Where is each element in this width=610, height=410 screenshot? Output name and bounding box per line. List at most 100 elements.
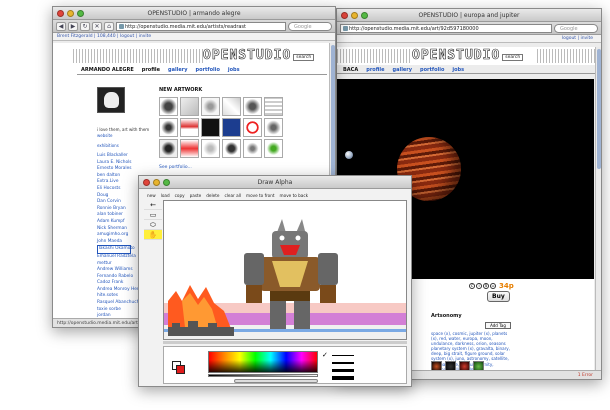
friend-link[interactable]: Luis Blackaller bbox=[97, 153, 146, 160]
scroll-thumb[interactable] bbox=[597, 49, 601, 169]
zoom-icon[interactable] bbox=[77, 10, 84, 17]
window-titlebar[interactable]: OPENSTUDIO | armando alegre bbox=[53, 7, 335, 20]
artwork-thumb[interactable] bbox=[264, 139, 283, 158]
minimize-icon[interactable] bbox=[153, 179, 160, 186]
check-icon: ✓ bbox=[322, 351, 328, 359]
by-icon: i bbox=[476, 283, 482, 289]
window-title: OPENSTUDIO | armando alegre bbox=[147, 10, 241, 17]
rectangle-tool-icon[interactable]: ▭ bbox=[144, 210, 162, 220]
arrow-tool-icon[interactable]: ← bbox=[144, 200, 162, 210]
friend-link[interactable]: Ernesto Morales bbox=[97, 166, 146, 173]
buy-button[interactable]: Buy bbox=[487, 291, 510, 302]
minimize-icon[interactable] bbox=[351, 12, 358, 19]
page-scrollbar[interactable] bbox=[595, 47, 601, 372]
canvas-scrollbar[interactable] bbox=[163, 341, 407, 344]
artwork-thumb[interactable] bbox=[159, 139, 178, 158]
artwork-thumb[interactable] bbox=[159, 97, 178, 116]
zoom-icon[interactable] bbox=[361, 12, 368, 19]
color-panel: ✓ bbox=[163, 346, 407, 384]
stroke-color-swatch[interactable] bbox=[176, 365, 185, 374]
exhibitions-link[interactable]: exhibitions bbox=[97, 143, 119, 148]
logo-search-button[interactable]: search bbox=[293, 54, 315, 61]
line-width-thin[interactable] bbox=[332, 355, 354, 356]
scroll-thumb[interactable] bbox=[331, 45, 335, 195]
logo-search-button[interactable]: search bbox=[502, 54, 524, 61]
artwork-thumb[interactable] bbox=[201, 139, 220, 158]
menu-move-to-back[interactable]: move to back bbox=[280, 193, 309, 198]
drawing-canvas[interactable] bbox=[163, 200, 407, 340]
artwork-thumb[interactable] bbox=[180, 97, 199, 116]
search-input[interactable]: Google bbox=[288, 21, 332, 31]
back-icon[interactable]: ◀ bbox=[56, 21, 66, 31]
menu-delete[interactable]: delete bbox=[206, 193, 219, 198]
artwork-thumb[interactable] bbox=[201, 118, 220, 137]
avatar[interactable] bbox=[97, 87, 125, 113]
artwork-thumb[interactable] bbox=[243, 118, 262, 137]
artwork-thumb[interactable] bbox=[222, 139, 241, 158]
opacity-slider[interactable] bbox=[234, 379, 318, 383]
line-width-heavy[interactable] bbox=[332, 376, 354, 380]
menu-clear-all[interactable]: clear all bbox=[224, 193, 241, 198]
openstudio-logo[interactable]: OPENSTUDIO bbox=[412, 48, 500, 64]
license-row: c i $ = 34p bbox=[469, 282, 514, 290]
error-indicator[interactable]: 1 Error bbox=[578, 371, 593, 379]
bio-text: i love them, art with them bbox=[97, 127, 150, 132]
artwork-thumb[interactable] bbox=[222, 97, 241, 116]
artwork-thumb[interactable] bbox=[243, 97, 262, 116]
address-bar[interactable]: http://openstudio.media.mit.edu/artists/… bbox=[116, 21, 286, 31]
artwork-thumb[interactable] bbox=[264, 97, 283, 116]
window-title: OPENSTUDIO | europa and jupiter bbox=[418, 12, 520, 19]
openstudio-header: OPENSTUDIO search bbox=[53, 47, 331, 65]
stop-icon[interactable]: ✕ bbox=[92, 21, 102, 31]
price-label: 34p bbox=[499, 282, 514, 290]
menu-load[interactable]: load bbox=[161, 193, 170, 198]
close-icon[interactable] bbox=[57, 10, 64, 17]
ellipse-tool-icon[interactable]: ⬭ bbox=[144, 220, 162, 230]
close-icon[interactable] bbox=[143, 179, 150, 186]
line-width-thick[interactable] bbox=[332, 369, 354, 372]
forward-icon[interactable]: ▶ bbox=[68, 21, 78, 31]
minimize-icon[interactable] bbox=[67, 10, 74, 17]
sa-icon: = bbox=[490, 283, 496, 289]
grayscale-picker[interactable] bbox=[208, 374, 318, 377]
tab-profile[interactable]: profile bbox=[142, 67, 160, 73]
bookmarks-bar[interactable]: logout | invite bbox=[337, 35, 601, 43]
artwork-thumb[interactable] bbox=[243, 139, 262, 158]
close-icon[interactable] bbox=[341, 12, 348, 19]
openstudio-logo[interactable]: OPENSTUDIO bbox=[203, 48, 291, 64]
zoom-icon[interactable] bbox=[163, 179, 170, 186]
search-input[interactable]: Google bbox=[554, 23, 598, 33]
artwork-thumb[interactable] bbox=[180, 118, 199, 137]
menu-move-to-front[interactable]: move to front bbox=[246, 193, 275, 198]
bookmarks-bar[interactable]: Brent Fitzgerald | 108,440 | logout | in… bbox=[53, 33, 335, 41]
artwork-thumb[interactable] bbox=[159, 118, 178, 137]
artwork-thumb[interactable] bbox=[201, 97, 220, 116]
address-bar[interactable]: http://openstudio.media.mit.edu/art/92d5… bbox=[340, 23, 552, 33]
hand-tool-icon[interactable]: ✋ bbox=[144, 230, 162, 240]
website-link[interactable]: website bbox=[97, 133, 113, 138]
window-titlebar[interactable]: OPENSTUDIO | europa and jupiter bbox=[337, 9, 601, 22]
friend-link[interactable]: Takashi Okamoto bbox=[97, 245, 135, 254]
openstudio-header: OPENSTUDIO search bbox=[337, 47, 597, 65]
menu-new[interactable]: new bbox=[147, 193, 156, 198]
europa-moon bbox=[345, 151, 353, 159]
add-tag-button[interactable]: Add Tag bbox=[485, 322, 511, 329]
tab-jobs[interactable]: jobs bbox=[228, 67, 240, 73]
color-picker[interactable] bbox=[208, 351, 318, 373]
see-portfolio-link[interactable]: See portfolio... bbox=[159, 165, 192, 170]
menu-paste[interactable]: paste bbox=[190, 193, 202, 198]
profile-tabs: ARMANDO ALEGRE profile gallery portfolio… bbox=[81, 67, 240, 73]
artwork-thumb[interactable] bbox=[264, 118, 283, 137]
tab-gallery[interactable]: gallery bbox=[168, 67, 188, 73]
menu-copy[interactable]: copy bbox=[175, 193, 185, 198]
line-width-medium[interactable] bbox=[332, 362, 354, 364]
home-icon[interactable]: ⌂ bbox=[104, 21, 114, 31]
tab-artist[interactable]: ARMANDO ALEGRE bbox=[81, 67, 134, 73]
reload-icon[interactable]: ↻ bbox=[80, 21, 90, 31]
window-title: Draw Alpha bbox=[257, 179, 293, 186]
tool-palette: ← ▭ ⬭ ✋ bbox=[144, 200, 162, 240]
window-titlebar[interactable]: Draw Alpha bbox=[139, 176, 411, 189]
artwork-thumb[interactable] bbox=[180, 139, 199, 158]
artwork-thumb[interactable] bbox=[222, 118, 241, 137]
tab-portfolio[interactable]: portfolio bbox=[196, 67, 220, 73]
